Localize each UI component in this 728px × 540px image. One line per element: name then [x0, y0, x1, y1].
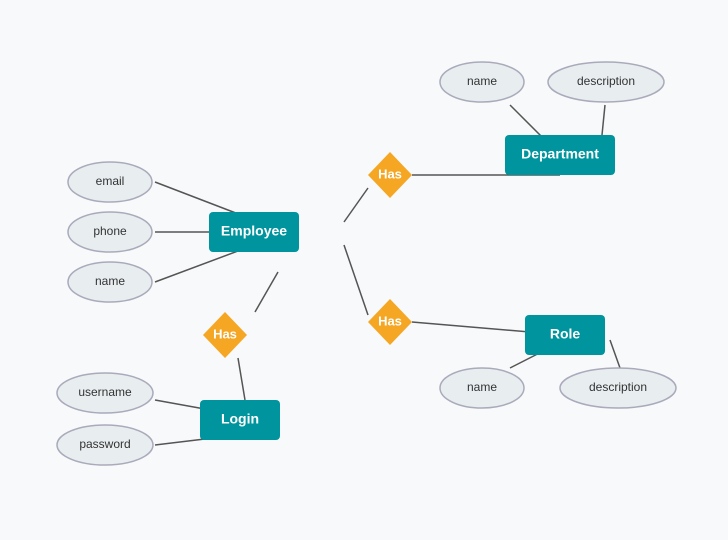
attr-name-department-label: name [467, 74, 497, 88]
attr-desc-role-label: description [589, 380, 647, 394]
entity-login-label: Login [221, 411, 259, 427]
attr-phone-label: phone [93, 224, 127, 238]
relation-has1-label: Has [378, 166, 402, 181]
attr-password-label: password [79, 437, 130, 451]
attr-name-employee-label: name [95, 274, 125, 288]
er-diagram: Department Role Employee Login Has Has H… [0, 0, 728, 540]
attr-email-label: email [96, 174, 125, 188]
entity-department-label: Department [521, 146, 599, 162]
attr-desc-department-label: description [577, 74, 635, 88]
relation-has2-label: Has [378, 313, 402, 328]
entity-employee-label: Employee [221, 223, 287, 239]
entity-role-label: Role [550, 326, 581, 342]
attr-username-label: username [78, 385, 132, 399]
relation-has3-label: Has [213, 326, 237, 341]
attr-name-role-label: name [467, 380, 497, 394]
